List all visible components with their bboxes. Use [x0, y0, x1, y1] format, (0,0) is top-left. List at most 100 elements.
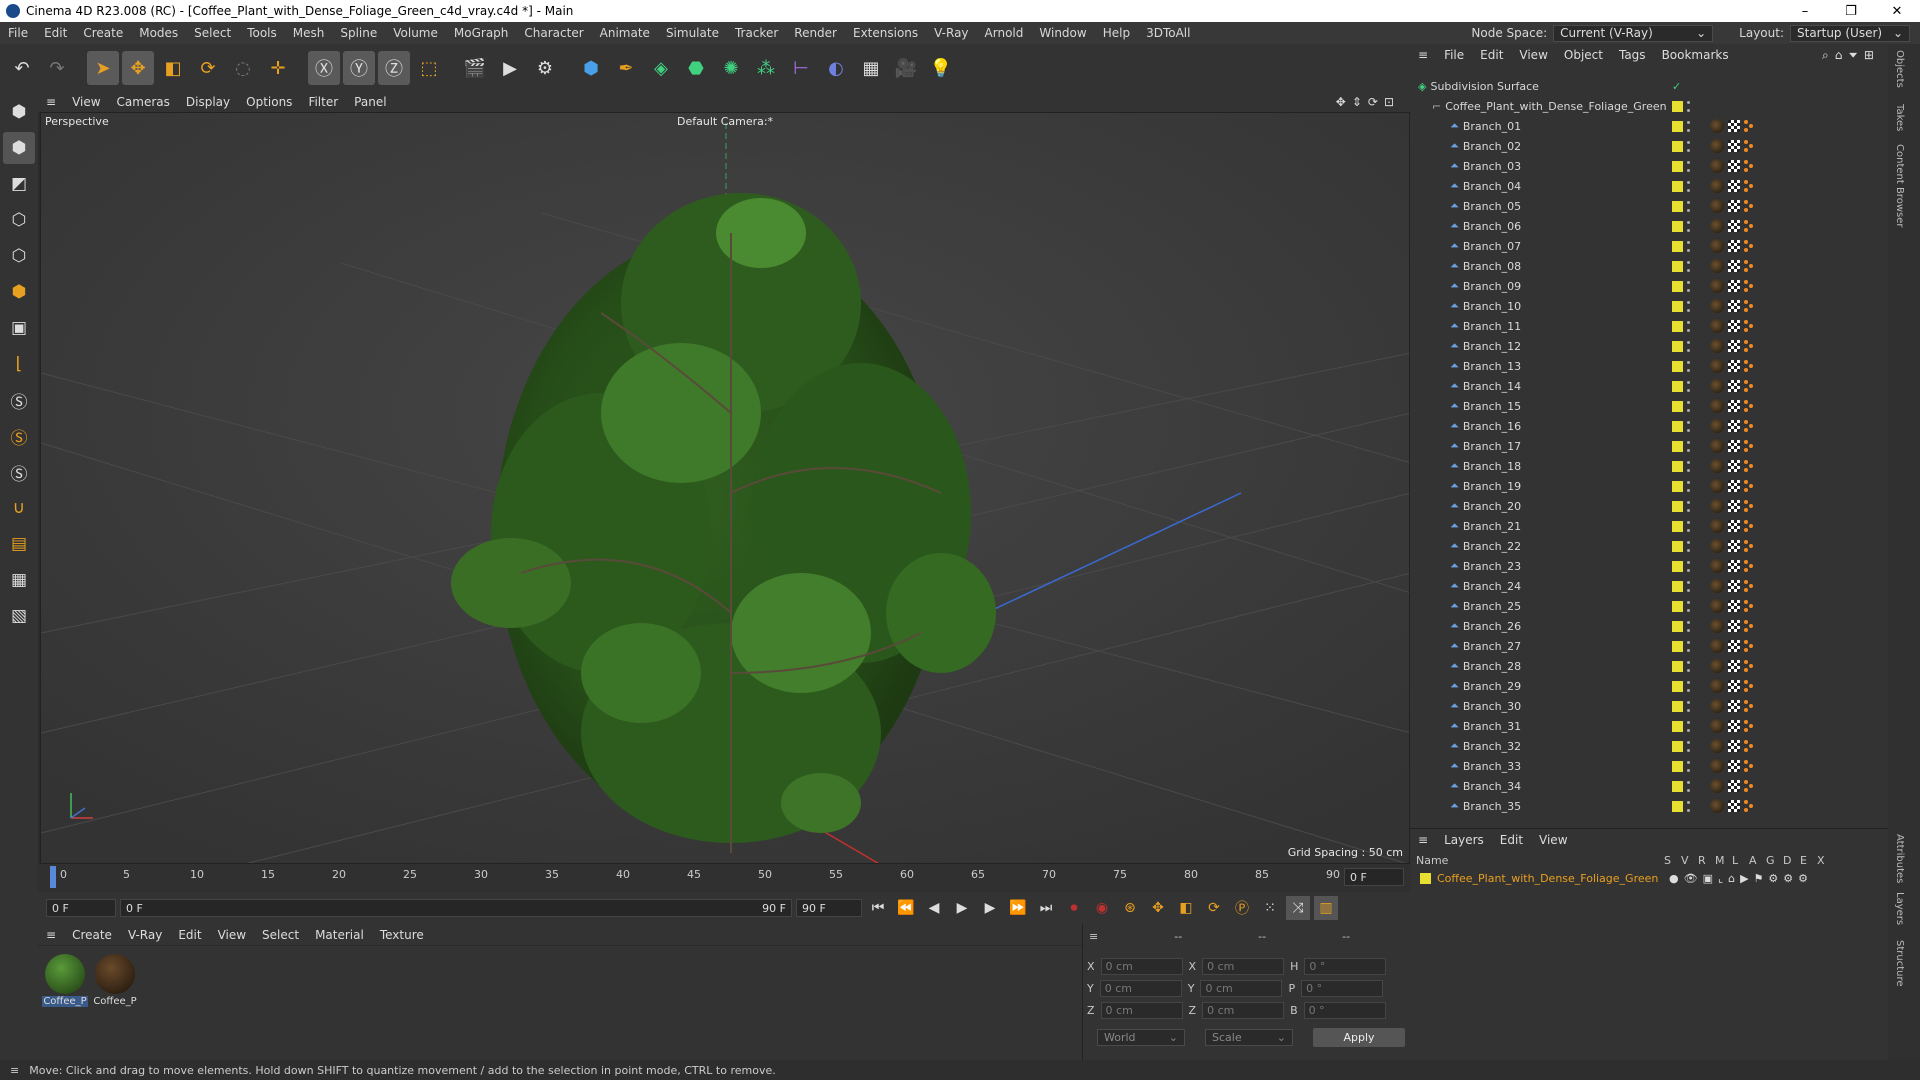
visibility-dots[interactable] [1687, 560, 1690, 572]
uvw-tag-icon[interactable] [1728, 120, 1740, 132]
menu-window[interactable]: Window [1031, 26, 1094, 40]
move-key-icon[interactable]: ✥ [1146, 896, 1170, 920]
menu-extensions[interactable]: Extensions [845, 26, 926, 40]
layer-color-swatch[interactable] [1672, 760, 1683, 772]
vray-tag-icon[interactable] [1744, 440, 1754, 452]
viewport-camera[interactable]: Default Camera:* [677, 115, 773, 128]
visibility-dots[interactable] [1687, 540, 1690, 552]
layer-color-swatch[interactable] [1672, 400, 1683, 412]
material-tag-icon[interactable] [1710, 379, 1724, 393]
field-icon[interactable]: ◐ [820, 51, 852, 85]
object-row-branch[interactable]: ⏶ Branch_33 [1414, 756, 1884, 776]
x-axis-icon[interactable]: Ⓧ [308, 51, 340, 85]
material-tag-icon[interactable] [1710, 479, 1724, 493]
material-tag-icon[interactable] [1710, 399, 1724, 413]
viewport-menu-display[interactable]: Display [178, 95, 238, 109]
uvw-tag-icon[interactable] [1728, 560, 1740, 572]
layer-color-swatch[interactable] [1672, 180, 1683, 192]
keyframe-icon[interactable]: ⊛ [1118, 896, 1142, 920]
snap-icon[interactable]: Ⓢ [3, 384, 35, 416]
prev-key-icon[interactable]: ⏪ [894, 896, 918, 920]
layer-color-swatch[interactable] [1672, 440, 1683, 452]
menu-edit[interactable]: Edit [36, 26, 75, 40]
undo-icon[interactable]: ↶ [6, 51, 38, 85]
layer-color-swatch[interactable] [1672, 280, 1683, 292]
material-tag-icon[interactable] [1710, 439, 1724, 453]
rot-p-field[interactable]: 0 ° [1301, 980, 1384, 997]
material-tag-icon[interactable] [1710, 599, 1724, 613]
layer-color-swatch[interactable] [1420, 872, 1431, 884]
material-tag-icon[interactable] [1710, 499, 1724, 513]
layer-color-swatch[interactable] [1672, 480, 1683, 492]
visibility-dots[interactable] [1687, 160, 1690, 172]
layers-hamburger-icon[interactable]: ≡ [1410, 833, 1436, 847]
object-row-branch[interactable]: ⏶ Branch_25 [1414, 596, 1884, 616]
layer-row[interactable]: Coffee_Plant_with_Dense_Foliage_Green ●👁… [1410, 869, 1888, 887]
visibility-dots[interactable] [1687, 640, 1690, 652]
visibility-dots[interactable] [1687, 620, 1690, 632]
motion-path-icon[interactable]: ⤨ [1286, 896, 1310, 920]
material-tag-icon[interactable] [1710, 419, 1724, 433]
material-tag-icon[interactable] [1710, 459, 1724, 473]
layer-color-swatch[interactable] [1672, 660, 1683, 672]
layer-color-swatch[interactable] [1672, 260, 1683, 272]
visibility-dots[interactable] [1687, 660, 1690, 672]
material-tag-icon[interactable] [1710, 559, 1724, 573]
layer-color-swatch[interactable] [1672, 680, 1683, 692]
uvw-tag-icon[interactable] [1728, 600, 1740, 612]
render-region-icon[interactable]: 🎬 [459, 51, 491, 85]
material-tag-icon[interactable] [1710, 579, 1724, 593]
material-menu-vray[interactable]: V-Ray [120, 928, 170, 942]
size-z-field[interactable]: 0 cm [1202, 1002, 1285, 1019]
uvw-tag-icon[interactable] [1728, 320, 1740, 332]
material-tag-icon[interactable] [1710, 159, 1724, 173]
visibility-dots[interactable] [1687, 240, 1690, 252]
viewport-menu-cameras[interactable]: Cameras [109, 95, 178, 109]
visibility-dots[interactable] [1687, 760, 1690, 772]
polygons-mode-icon[interactable]: ⬢ [3, 276, 35, 308]
uvw-tag-icon[interactable] [1728, 580, 1740, 592]
layers-menu-view[interactable]: View [1531, 833, 1575, 847]
menu-file[interactable]: File [0, 26, 36, 40]
visibility-dots[interactable] [1687, 600, 1690, 612]
uvw-tag-icon[interactable] [1728, 500, 1740, 512]
tab-attributes[interactable]: Attributes [1894, 834, 1905, 883]
object-row-branch[interactable]: ⏶ Branch_27 [1414, 636, 1884, 656]
menu-tools[interactable]: Tools [239, 26, 285, 40]
frame-range-slider[interactable]: 0 F 90 F [120, 899, 792, 917]
z-axis-icon[interactable]: Ⓩ [378, 51, 410, 85]
edges-mode-icon[interactable]: ⬡ [3, 240, 35, 272]
objects-menu-view[interactable]: View [1511, 48, 1555, 62]
layer-color-swatch[interactable] [1672, 220, 1683, 232]
coord-hamburger-icon[interactable]: ≡ [1089, 930, 1098, 943]
status-hamburger-icon[interactable]: ≡ [0, 1064, 29, 1077]
extrude-icon[interactable]: ⬣ [680, 51, 712, 85]
material-swatch[interactable]: Coffee_P [92, 954, 138, 1007]
tab-takes[interactable]: Takes [1894, 104, 1905, 131]
viewport-menu-filter[interactable]: Filter [300, 95, 346, 109]
vray-tag-icon[interactable] [1744, 240, 1754, 252]
points-mode-icon[interactable]: ⬡ [3, 204, 35, 236]
visibility-dots[interactable] [1687, 480, 1690, 492]
object-row-branch[interactable]: ⏶ Branch_30 [1414, 696, 1884, 716]
render-settings-icon[interactable]: ⚙ [529, 51, 561, 85]
visibility-dots[interactable] [1687, 580, 1690, 592]
vray-tag-icon[interactable] [1744, 780, 1754, 792]
objects-menu-file[interactable]: File [1436, 48, 1472, 62]
layer-color-swatch[interactable] [1672, 620, 1683, 632]
material-tag-icon[interactable] [1710, 699, 1724, 713]
uv-mode-icon[interactable]: ▣ [3, 312, 35, 344]
close-icon[interactable]: ✕ [1874, 4, 1920, 19]
rot-h-field[interactable]: 0 ° [1304, 958, 1387, 975]
timeline-window-icon[interactable]: ▥ [1314, 896, 1338, 920]
object-row-branch[interactable]: ⏶ Branch_09 [1414, 276, 1884, 296]
vray-tag-icon[interactable] [1744, 480, 1754, 492]
uvw-tag-icon[interactable] [1728, 700, 1740, 712]
visibility-dots[interactable] [1687, 720, 1690, 732]
scale-key-icon[interactable]: ◧ [1174, 896, 1198, 920]
rotate-tool-icon[interactable]: ⟳ [192, 51, 224, 85]
visibility-dots[interactable] [1687, 400, 1690, 412]
layers-menu-edit[interactable]: Edit [1492, 833, 1531, 847]
material-menu-texture[interactable]: Texture [372, 928, 432, 942]
uvw-tag-icon[interactable] [1728, 300, 1740, 312]
